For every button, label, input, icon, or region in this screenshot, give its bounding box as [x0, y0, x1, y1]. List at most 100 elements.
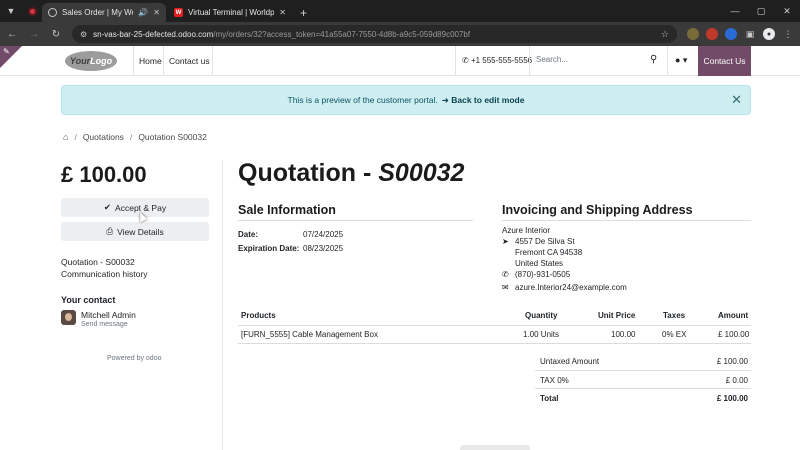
breadcrumb-quotations[interactable]: Quotations: [83, 132, 124, 142]
extension-1-icon[interactable]: [687, 28, 699, 40]
contact-name: Mitchell Admin: [81, 310, 136, 320]
col-quantity: Quantity: [525, 311, 558, 320]
logo-your: Your: [69, 56, 91, 66]
address-heading: Invoicing and Shipping Address: [502, 203, 693, 217]
back-to-edit-link[interactable]: ➜ Back to edit mode: [442, 95, 525, 106]
contact-us-button[interactable]: Contact Us: [698, 46, 751, 76]
expiration-value: 08/23/2025: [303, 244, 344, 253]
col-amount: Amount: [718, 311, 749, 320]
header-divider: [163, 46, 164, 76]
tab-close-icon[interactable]: ✕: [279, 8, 286, 17]
logo-logo: Logo: [90, 56, 113, 66]
tab-virtual-terminal[interactable]: W Virtual Terminal | Worldpay das ✕: [168, 3, 292, 22]
avatar: [61, 310, 76, 325]
print-icon: ⎙: [106, 226, 114, 236]
site-info-icon[interactable]: ⚙: [80, 30, 87, 39]
tab-sales-order[interactable]: Sales Order | My Website 🔊 ✕: [42, 3, 166, 22]
search-input[interactable]: Search...: [536, 55, 661, 64]
profile-avatar-icon[interactable]: ●: [763, 28, 775, 40]
divider: [535, 370, 751, 371]
col-products: Products: [241, 311, 276, 320]
phone-number: +1 555-555-5556: [470, 56, 533, 65]
nav-contact-us[interactable]: Contact us: [169, 56, 210, 66]
window-controls: — ▢ ✕: [722, 0, 800, 22]
breadcrumb: ⌂ / Quotations / Quotation S00032: [63, 132, 207, 142]
back-icon[interactable]: ←: [6, 29, 18, 40]
check-icon: ✔: [103, 202, 112, 212]
scroll-handle[interactable]: [460, 445, 530, 450]
arrow-right-icon: ➜: [441, 94, 449, 105]
untaxed-label: Untaxed Amount: [540, 357, 600, 366]
row-amount: £ 100.00: [718, 330, 750, 339]
reload-icon[interactable]: ↻: [50, 29, 62, 40]
tax-value: £ 0.00: [725, 376, 748, 385]
total-label: Total: [540, 394, 559, 403]
header-divider: [212, 46, 213, 76]
header-divider: [667, 46, 668, 76]
untaxed-value: £ 100.00: [716, 357, 748, 366]
title-prefix: Quotation -: [238, 159, 379, 187]
sidebar-link-communication[interactable]: Communication history: [61, 269, 147, 279]
search-icon[interactable]: ⚲: [650, 54, 657, 65]
row-product: [FURN_5555] Cable Management Box: [241, 330, 378, 339]
date-value: 07/24/2025: [303, 230, 344, 239]
page-title: Quotation - S00032: [238, 159, 464, 188]
speaker-icon[interactable]: 🔊: [138, 8, 148, 17]
phone-link[interactable]: ✆ +1 555-555-5556: [462, 56, 532, 65]
minimize-icon[interactable]: —: [722, 6, 748, 16]
accept-pay-button[interactable]: ✔ Accept & Pay: [61, 198, 209, 217]
breadcrumb-current: Quotation S00032: [138, 132, 207, 142]
sidebar-link-quotation[interactable]: Quotation - S00032: [61, 257, 135, 267]
extension-2-icon[interactable]: [706, 28, 718, 40]
send-message-link[interactable]: Send message: [81, 321, 128, 328]
site-logo[interactable]: Your Logo: [65, 51, 117, 71]
close-icon[interactable]: ✕: [731, 92, 742, 108]
tax-label: TAX 0%: [540, 376, 569, 385]
extensions: ▣ ● ⋮: [687, 28, 794, 40]
close-window-icon[interactable]: ✕: [774, 6, 800, 17]
col-unit-price: Unit Price: [598, 311, 636, 320]
address-phone: (870)-931-0505: [515, 270, 571, 279]
worldpay-favicon-icon: W: [174, 8, 183, 17]
browser-toolbar: ← → ↻ ⚙ sn-vas-bar-25-defected.odoo.com /…: [0, 22, 800, 46]
address-bar[interactable]: ⚙ sn-vas-bar-25-defected.odoo.com/my/ord…: [72, 25, 677, 43]
address-street: 4557 De Silva St: [515, 237, 575, 246]
pinned-tab[interactable]: [22, 0, 42, 22]
powered-by[interactable]: Powered by odoo: [107, 355, 161, 362]
forward-icon[interactable]: →: [28, 29, 40, 40]
extension-3-icon[interactable]: [725, 28, 737, 40]
home-icon[interactable]: ⌂: [63, 132, 68, 142]
user-menu-icon[interactable]: ● ▾: [675, 55, 687, 66]
edit-pencil-icon[interactable]: ✎: [3, 47, 10, 56]
col-taxes: Taxes: [663, 311, 686, 320]
url-path: /my/orders/32?access_token=41a55a07-7550…: [213, 29, 471, 39]
tab-title: Virtual Terminal | Worldpay das: [188, 8, 275, 17]
total-value: £ 100.00: [716, 394, 748, 403]
divider: [502, 220, 751, 221]
nav-home[interactable]: Home: [139, 56, 162, 66]
record-icon: [27, 6, 37, 16]
extensions-puzzle-icon[interactable]: ▣: [744, 28, 756, 40]
address-city: Fremont CA 94538: [515, 248, 583, 257]
view-details-button[interactable]: ⎙ View Details: [61, 222, 209, 241]
phone-icon: ✆: [462, 56, 469, 65]
header-divider: [529, 46, 530, 76]
row-unit-price: 100.00: [611, 330, 636, 339]
map-marker-icon: ➤: [502, 237, 509, 246]
expiration-label: Expiration Date:: [238, 244, 300, 253]
address-country: United States: [515, 259, 564, 268]
tab-close-icon[interactable]: ✕: [153, 8, 160, 17]
divider: [238, 343, 751, 344]
new-tab-button[interactable]: +: [294, 3, 313, 22]
view-details-label: View Details: [117, 226, 164, 237]
preview-alert: This is a preview of the customer portal…: [61, 85, 751, 115]
tab-search-icon[interactable]: ▼: [0, 0, 22, 22]
content-divider: [222, 160, 223, 450]
url-host: sn-vas-bar-25-defected.odoo.com: [93, 29, 214, 39]
browser-menu-icon[interactable]: ⋮: [782, 28, 794, 40]
back-to-edit-label: Back to edit mode: [451, 94, 525, 105]
bookmark-star-icon[interactable]: ☆: [661, 29, 669, 40]
address-name: Azure Interior: [502, 226, 551, 235]
sale-info-heading: Sale Information: [238, 203, 336, 217]
maximize-icon[interactable]: ▢: [748, 6, 774, 17]
